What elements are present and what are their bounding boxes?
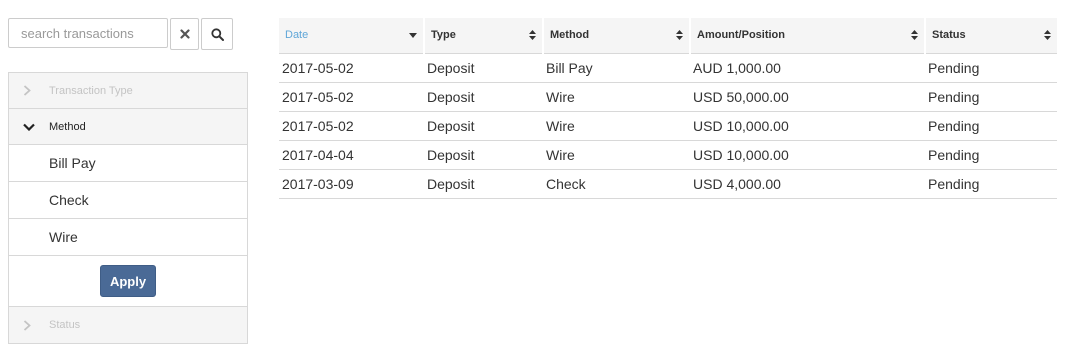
transactions-table: Date Type Method Amount/Position Status … — [279, 18, 1057, 199]
cell-amount: AUD 1,000.00 — [690, 53, 925, 83]
search-input[interactable] — [8, 18, 168, 48]
filter-section-status[interactable]: Status — [9, 307, 247, 343]
filter-section-label: Status — [49, 319, 81, 331]
cell-amount: USD 50,000.00 — [690, 82, 925, 112]
table-row[interactable]: 2017-05-02 Deposit Wire USD 50,000.00 Pe… — [279, 82, 1057, 112]
column-header-label: Amount/Position — [697, 29, 785, 42]
cell-date: 2017-05-02 — [279, 82, 424, 112]
cell-status: Pending — [925, 111, 1057, 141]
cell-amount: USD 10,000.00 — [690, 140, 925, 170]
search-button[interactable] — [201, 18, 233, 50]
filter-section-label: Transaction Type — [49, 84, 133, 97]
filter-option-wire[interactable]: Wire — [9, 219, 247, 256]
column-header-method[interactable]: Method — [542, 18, 690, 54]
times-icon — [179, 29, 190, 39]
filter-option-check[interactable]: Check — [9, 182, 247, 219]
cell-type: Deposit — [424, 169, 543, 199]
table-row[interactable]: 2017-05-02 Deposit Bill Pay AUD 1,000.00… — [279, 53, 1057, 83]
chevron-down-icon — [23, 109, 35, 144]
sort-both-icon — [676, 18, 683, 53]
sort-both-icon — [529, 18, 536, 53]
cell-method: Check — [543, 169, 690, 199]
cell-method: Wire — [543, 111, 690, 141]
column-header-type[interactable]: Type — [423, 18, 543, 54]
filter-option-label: Wire — [49, 229, 78, 245]
sort-both-icon — [1044, 18, 1051, 53]
cell-date: 2017-05-02 — [279, 111, 424, 141]
cell-date: 2017-05-02 — [279, 53, 424, 83]
apply-row: Apply — [9, 256, 247, 307]
cell-method: Bill Pay — [543, 53, 690, 83]
filter-option-label: Check — [49, 192, 89, 208]
cell-type: Deposit — [424, 53, 543, 83]
table-row[interactable]: 2017-04-04 Deposit Wire USD 10,000.00 Pe… — [279, 140, 1057, 170]
filter-panel: Transaction Type Method Bill Pay Check W… — [8, 72, 248, 344]
caret-down-icon — [409, 18, 417, 53]
cell-date: 2017-03-09 — [279, 169, 424, 199]
column-header-amount[interactable]: Amount/Position — [689, 18, 925, 54]
filter-section-label: Method — [49, 120, 86, 133]
filter-section-transaction-type[interactable]: Transaction Type — [9, 73, 247, 109]
cell-status: Pending — [925, 140, 1057, 170]
cell-method: Wire — [543, 82, 690, 112]
filter-option-bill-pay[interactable]: Bill Pay — [9, 145, 247, 182]
cell-status: Pending — [925, 53, 1057, 83]
cell-type: Deposit — [424, 82, 543, 112]
cell-type: Deposit — [424, 111, 543, 141]
cell-amount: USD 4,000.00 — [690, 169, 925, 199]
column-header-label: Status — [932, 29, 966, 42]
column-header-date[interactable]: Date — [279, 18, 424, 54]
table-row[interactable]: 2017-03-09 Deposit Check USD 4,000.00 Pe… — [279, 169, 1057, 199]
clear-search-button[interactable] — [170, 18, 199, 50]
apply-button[interactable]: Apply — [100, 265, 156, 297]
filter-option-label: Bill Pay — [49, 155, 96, 171]
table-row[interactable]: 2017-05-02 Deposit Wire USD 10,000.00 Pe… — [279, 111, 1057, 141]
magnifier-icon — [210, 27, 224, 41]
cell-date: 2017-04-04 — [279, 140, 424, 170]
table-header-row: Date Type Method Amount/Position Status — [279, 18, 1057, 54]
chevron-right-icon — [23, 73, 31, 108]
column-header-label: Type — [431, 29, 456, 42]
cell-status: Pending — [925, 82, 1057, 112]
column-header-label: Date — [285, 29, 309, 42]
cell-status: Pending — [925, 169, 1057, 199]
cell-amount: USD 10,000.00 — [690, 111, 925, 141]
column-header-status[interactable]: Status — [924, 18, 1057, 54]
chevron-right-icon — [23, 307, 31, 343]
column-header-label: Method — [550, 29, 590, 42]
cell-type: Deposit — [424, 140, 543, 170]
sort-both-icon — [911, 18, 918, 53]
filter-section-method[interactable]: Method — [9, 109, 247, 145]
cell-method: Wire — [543, 140, 690, 170]
